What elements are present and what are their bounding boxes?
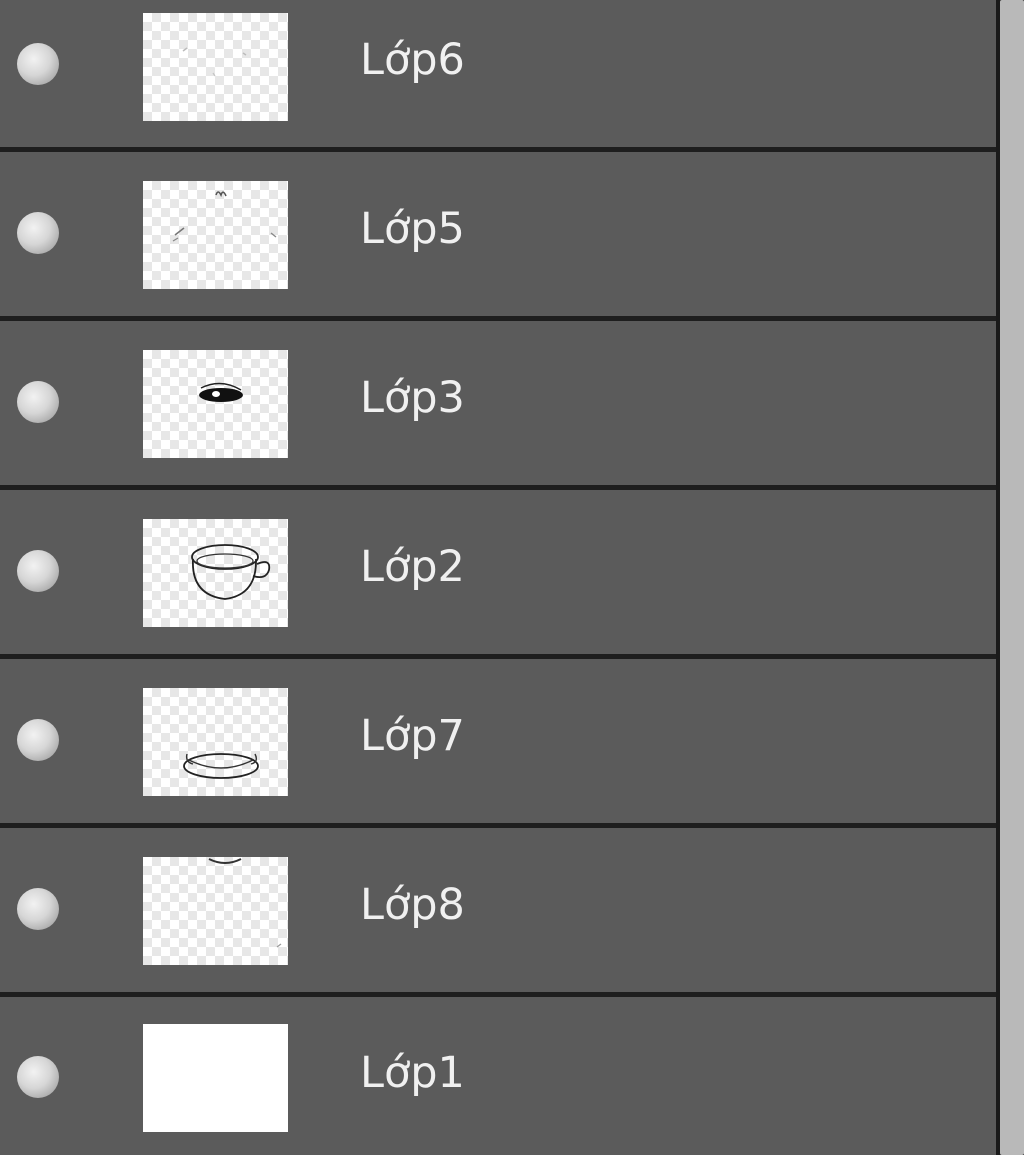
layer-row-lop8[interactable]: Lớp8 (0, 828, 996, 992)
layer-thumbnail (143, 857, 288, 965)
visibility-dot-icon[interactable] (17, 550, 59, 592)
visibility-dot-icon[interactable] (17, 212, 59, 254)
faint-marks-icon (182, 47, 247, 77)
layer-thumbnail (143, 688, 288, 796)
layer-thumbnail (143, 350, 288, 458)
visibility-dot-icon[interactable] (17, 719, 59, 761)
visibility-dot-icon[interactable] (17, 1056, 59, 1098)
layer-row-lop5[interactable]: Lớp5 (0, 152, 996, 316)
layer-name-label: Lớp3 (360, 373, 465, 423)
layer-row-lop6[interactable]: Lớp6 (0, 0, 996, 147)
layer-name-label: Lớp8 (360, 880, 465, 930)
layer-name-label: Lớp2 (360, 542, 465, 592)
layer-row-lop1[interactable]: Lớp1 (0, 997, 996, 1155)
visibility-dot-icon[interactable] (17, 381, 59, 423)
scrollbar[interactable] (996, 0, 1024, 1155)
layers-panel: Lớp6 Lớp5 Lớp3 Lớp2 Lớp7 Lớp8 Lớp1 (0, 0, 1024, 1155)
layer-name-label: Lớp1 (360, 1048, 465, 1098)
visibility-dot-icon[interactable] (17, 43, 59, 85)
saucer-sketch-icon (183, 753, 259, 779)
layer-list: Lớp6 Lớp5 Lớp3 Lớp2 Lớp7 Lớp8 Lớp1 (0, 0, 996, 1155)
layer-row-lop3[interactable]: Lớp3 (0, 321, 996, 485)
scrollbar-thumb[interactable] (1000, 0, 1024, 1155)
small-strokes-icon (172, 191, 277, 242)
layer-row-lop2[interactable]: Lớp2 (0, 490, 996, 654)
visibility-dot-icon[interactable] (17, 888, 59, 930)
layer-name-label: Lớp6 (360, 35, 465, 85)
layer-thumbnail (143, 13, 288, 121)
layer-thumbnail (143, 181, 288, 289)
layer-name-label: Lớp5 (360, 204, 465, 254)
layer-thumbnail (143, 519, 288, 627)
edge-mark-icon (208, 858, 282, 948)
eye-shape-icon (199, 382, 243, 402)
cup-sketch-icon (191, 544, 271, 600)
layer-thumbnail (143, 1024, 288, 1132)
layer-name-label: Lớp7 (360, 711, 465, 761)
layer-row-lop7[interactable]: Lớp7 (0, 659, 996, 823)
